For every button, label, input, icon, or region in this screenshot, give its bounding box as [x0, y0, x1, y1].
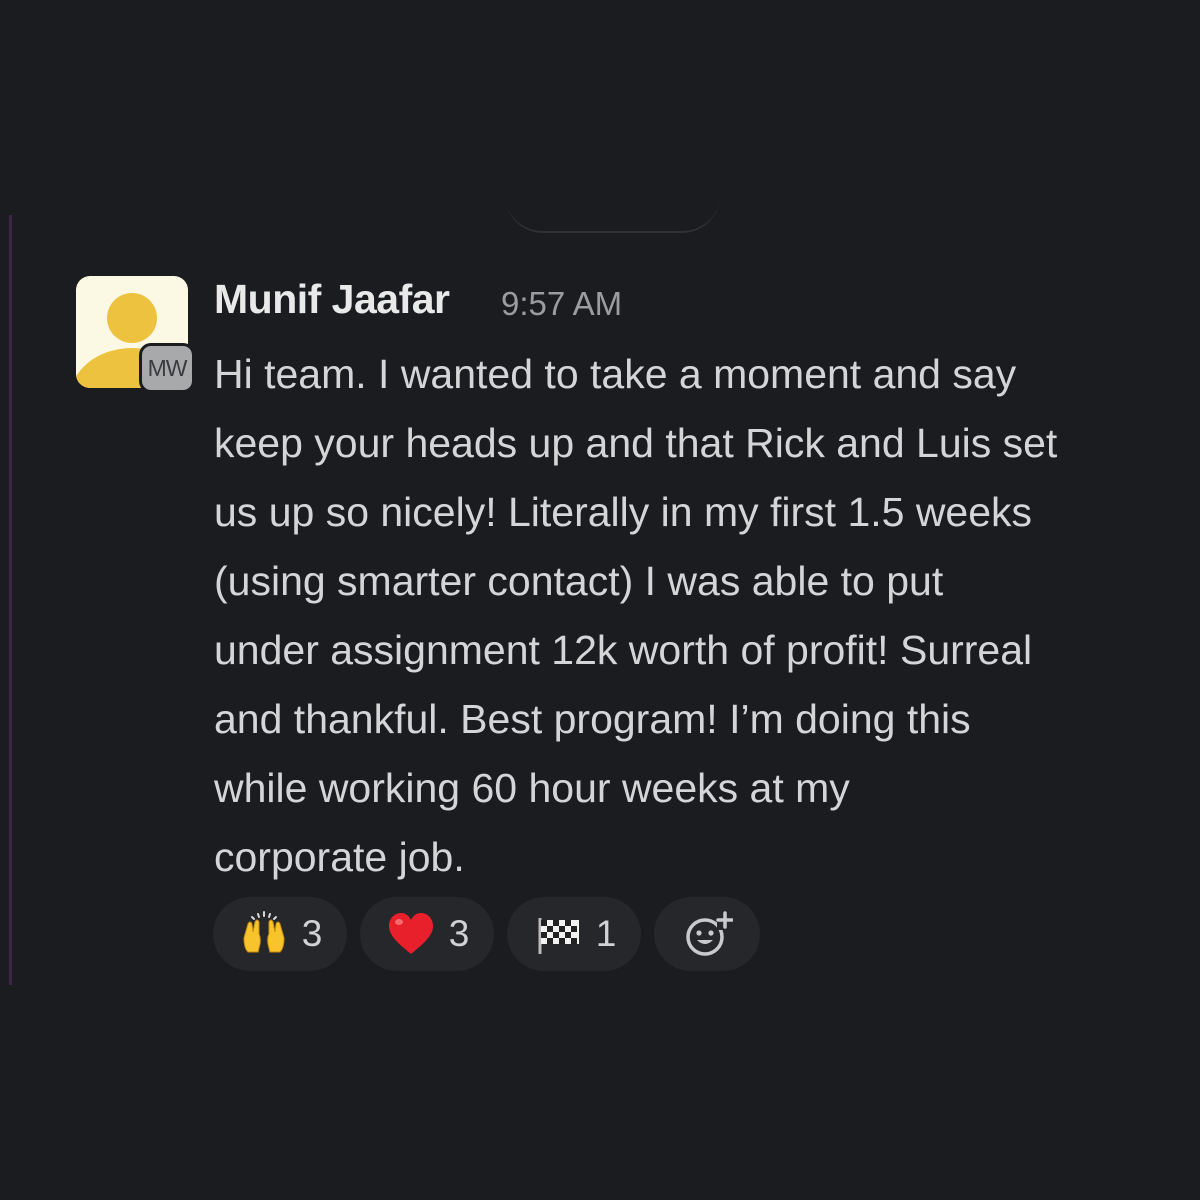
red-heart-icon — [388, 913, 433, 954]
reaction-red-heart[interactable]: 3 — [360, 897, 494, 971]
checkered-flag-icon — [538, 918, 579, 954]
avatar-head — [107, 293, 157, 343]
reaction-count: 1 — [595, 913, 617, 954]
raised-hands-icon — [243, 911, 285, 953]
reaction-checkered-flag[interactable]: 1 — [507, 897, 641, 971]
reaction-raised-hands[interactable]: 3 — [213, 897, 347, 971]
message-line: corporate job. — [214, 834, 465, 880]
avatar-initials-badge: MW — [139, 343, 195, 393]
thread-indicator-bar — [9, 215, 12, 985]
message-line: keep your heads up and that Rick and Lui… — [214, 420, 1058, 466]
message-line: under assignment 12k worth of profit! Su… — [214, 627, 1033, 673]
reaction-count: 3 — [301, 913, 323, 954]
message-timestamp[interactable]: 9:57 AM — [501, 285, 622, 323]
add-reaction-icon — [686, 911, 733, 956]
message-divider — [505, 195, 720, 233]
sender-name[interactable]: Munif Jaafar — [214, 276, 450, 323]
message-line: us up so nicely! Literally in my first 1… — [214, 489, 1033, 535]
add-reaction-button[interactable] — [654, 897, 760, 971]
message-text: Hi team. I wanted to take a moment and s… — [214, 340, 1184, 892]
message-line: (using smarter contact) I was able to pu… — [214, 558, 944, 604]
message-line: Hi team. I wanted to take a moment and s… — [214, 351, 1017, 397]
reaction-count: 3 — [448, 913, 470, 954]
reaction-bar: 3 3 1 — [213, 897, 760, 971]
message-line: and thankful. Best program! I’m doing th… — [214, 696, 971, 742]
slack-message-view: MW Munif Jaafar 9:57 AM Hi team. I wante… — [0, 0, 1200, 1200]
message-line: while working 60 hour weeks at my — [214, 765, 850, 811]
